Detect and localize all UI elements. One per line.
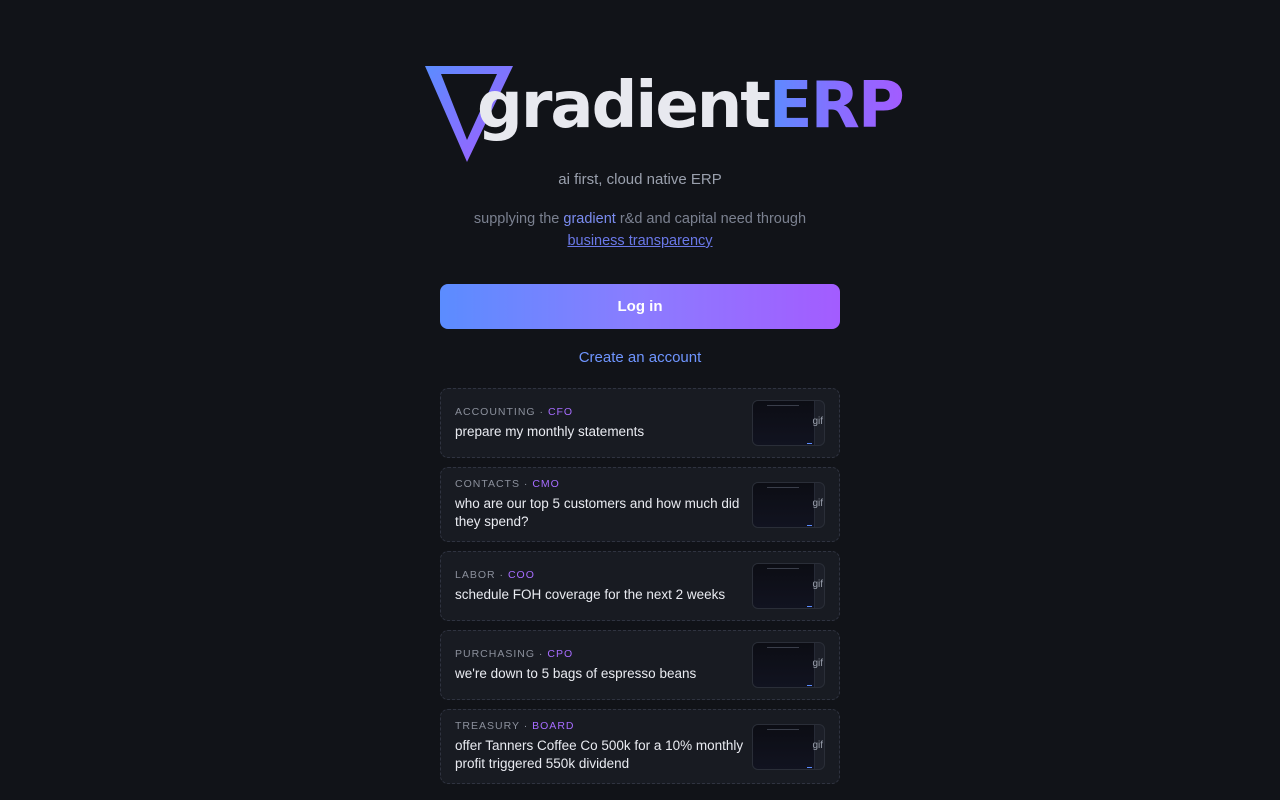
mission-prefix: supplying the (473, 211, 560, 227)
card-text: LABOR · COO schedule FOH coverage for th… (455, 569, 745, 604)
card-role: CPO (547, 647, 574, 660)
login-button[interactable]: Log in (440, 284, 840, 329)
card-category: PURCHASING (455, 647, 536, 660)
tagline: ai first, cloud native ERP (558, 171, 722, 188)
business-transparency-link[interactable]: business transparency (567, 233, 712, 249)
example-prompt-card[interactable]: ACCOUNTING · CFO prepare my monthly stat… (440, 388, 840, 458)
card-category: TREASURY (455, 720, 520, 732)
gif-preview-thumbnail[interactable]: gif (752, 481, 825, 528)
brand-logo: gradientERP (425, 62, 905, 166)
card-text: TREASURY · BOARD offer Tanners Coffee Co… (455, 720, 745, 773)
card-category: LABOR (455, 568, 496, 581)
card-role: COO (507, 568, 535, 581)
example-prompt-card[interactable]: PURCHASING · CPO we're down to 5 bags of… (440, 630, 840, 700)
gif-label: gif (812, 579, 823, 590)
card-prompt: schedule FOH coverage for the next 2 wee… (455, 586, 726, 602)
card-category: ACCOUNTING (455, 405, 536, 418)
card-tag: ACCOUNTING · CFO (455, 406, 745, 418)
card-tag: CONTACTS · CMO (455, 478, 745, 490)
preview-screen (753, 724, 815, 769)
preview-screen (753, 643, 815, 687)
brand-name-part1: gradient (477, 69, 771, 143)
card-prompt: who are our top 5 customers and how much… (455, 496, 740, 529)
gif-preview-thumbnail[interactable]: gif (752, 400, 825, 446)
card-tag: LABOR · COO (455, 569, 745, 581)
gif-preview-thumbnail[interactable]: gif (752, 642, 825, 688)
card-role: BOARD (532, 720, 575, 732)
card-text: PURCHASING · CPO we're down to 5 bags of… (455, 648, 745, 683)
card-tag: PURCHASING · CPO (455, 648, 745, 660)
example-prompt-card[interactable]: TREASURY · BOARD offer Tanners Coffee Co… (440, 709, 840, 784)
card-separator: · (535, 647, 548, 660)
gif-label: gif (812, 416, 823, 427)
example-prompt-list: ACCOUNTING · CFO prepare my monthly stat… (440, 388, 840, 784)
example-prompt-card[interactable]: CONTACTS · CMO who are our top 5 custome… (440, 467, 840, 542)
preview-screen (753, 401, 815, 445)
create-account-link[interactable]: Create an account (579, 348, 702, 368)
mission-middle: r&d and capital need through (619, 211, 807, 227)
gif-label: gif (812, 739, 823, 751)
landing-page: gradientERP ai first, cloud native ERP s… (0, 0, 1280, 800)
gif-label: gif (812, 497, 823, 509)
card-category: CONTACTS (455, 478, 520, 490)
card-tag: TREASURY · BOARD (455, 720, 745, 732)
card-text: ACCOUNTING · CFO prepare my monthly stat… (455, 406, 745, 441)
card-separator: · (519, 720, 533, 732)
card-prompt: prepare my monthly statements (455, 423, 645, 439)
card-separator: · (495, 568, 508, 581)
card-role: CMO (532, 478, 560, 490)
brand-name-part2: ERP (768, 69, 905, 143)
card-separator: · (519, 478, 533, 490)
card-text: CONTACTS · CMO who are our top 5 custome… (455, 478, 745, 531)
preview-screen (753, 482, 815, 527)
mission-highlight: gradient (563, 211, 616, 227)
mission-statement: supplying the gradient r&d and capital n… (440, 208, 840, 252)
gif-label: gif (812, 658, 823, 669)
gif-preview-thumbnail[interactable]: gif (752, 563, 825, 609)
card-separator: · (535, 405, 548, 418)
example-prompt-card[interactable]: LABOR · COO schedule FOH coverage for th… (440, 551, 840, 621)
card-prompt: offer Tanners Coffee Co 500k for a 10% m… (455, 738, 744, 771)
card-role: CFO (547, 405, 574, 418)
card-prompt: we're down to 5 bags of espresso beans (455, 665, 697, 681)
gif-preview-thumbnail[interactable]: gif (752, 723, 825, 770)
brand-wordmark: gradientERP (477, 66, 905, 146)
preview-screen (753, 564, 815, 608)
